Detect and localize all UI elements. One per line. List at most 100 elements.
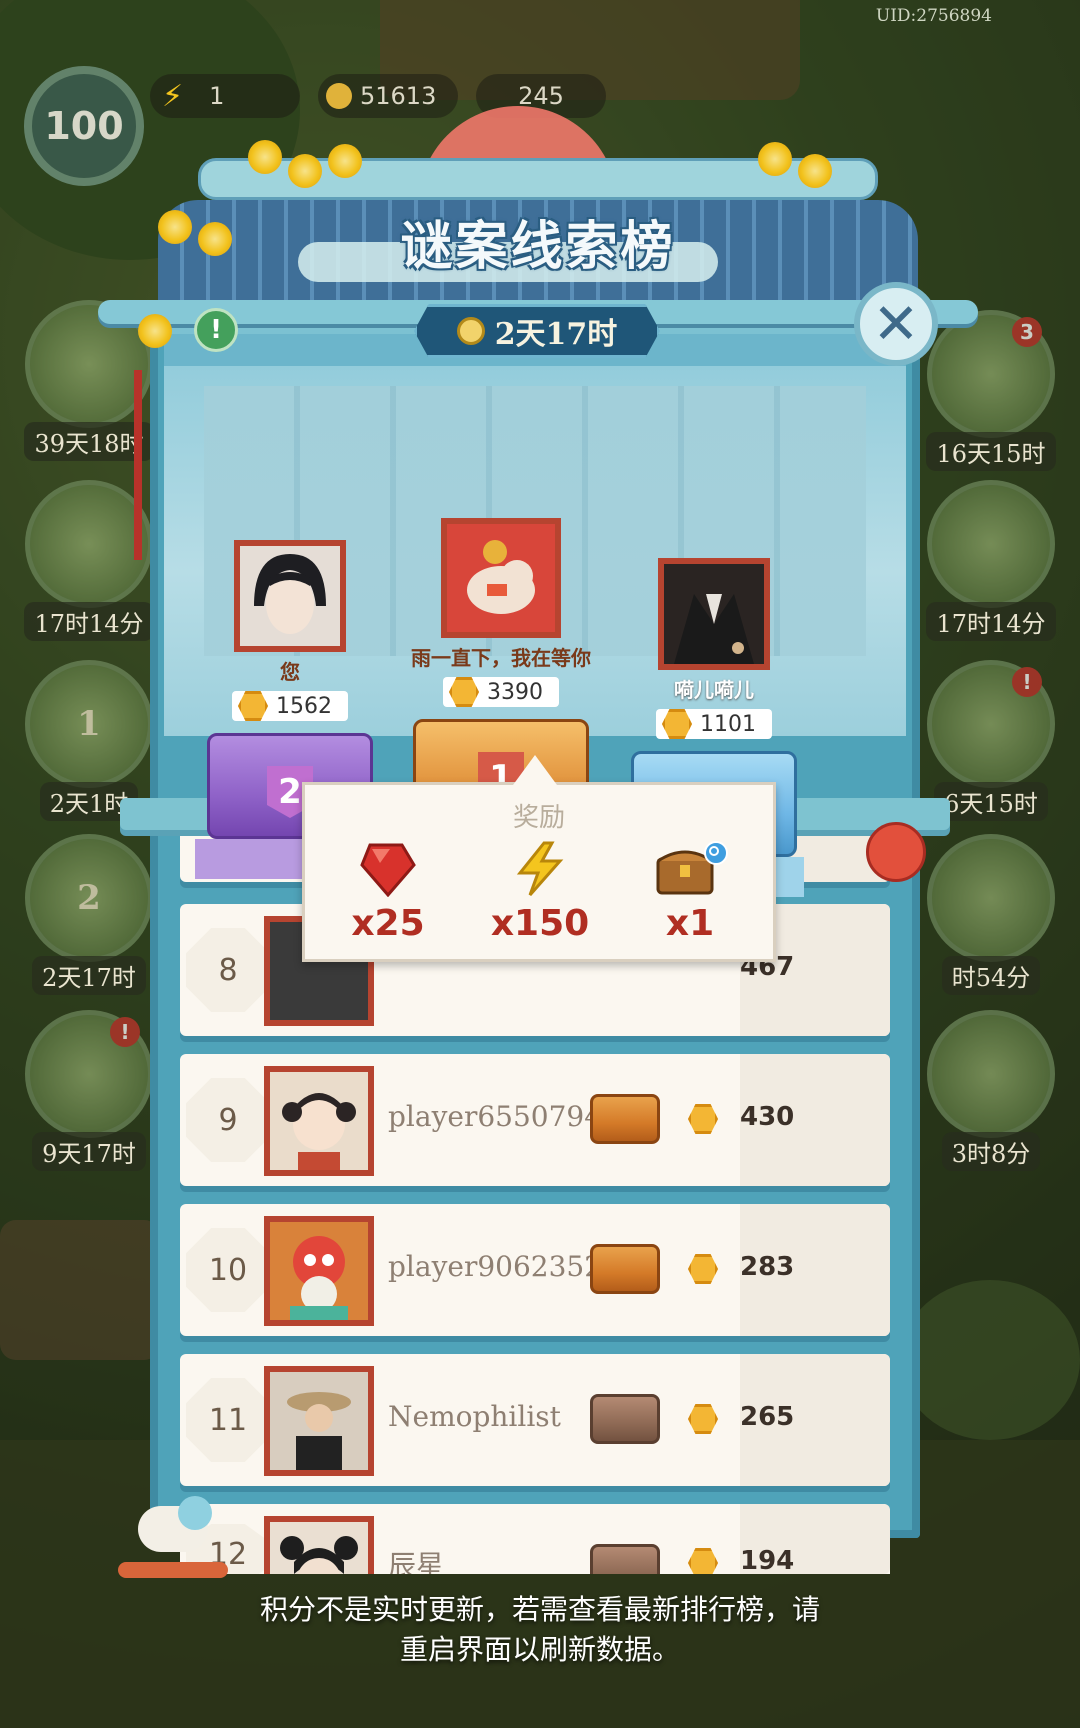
chest-icon[interactable]	[590, 1094, 660, 1144]
right-event-4[interactable]: 时54分	[916, 834, 1066, 995]
player-name: Nemophilist	[388, 1400, 561, 1433]
event-timer: 17时14分	[24, 602, 154, 641]
close-button[interactable]: ✕	[854, 282, 938, 366]
player-name: 您	[280, 660, 300, 684]
avatar[interactable]	[264, 1516, 374, 1574]
coin-icon	[688, 1104, 718, 1134]
rank-number: 11	[186, 1378, 270, 1462]
avatar[interactable]	[658, 558, 770, 670]
flower-icon	[198, 222, 232, 256]
rank-number: 10	[186, 1228, 270, 1312]
reward-qty: x150	[490, 903, 590, 944]
score-pill: 3390	[443, 677, 559, 707]
table-row[interactable]: 12 辰星 194	[180, 1504, 890, 1574]
footer-note-line-2: 重启界面以刷新数据。	[399, 1633, 680, 1666]
player-name: 雨一直下，我在等你	[411, 646, 591, 670]
flower-icon	[158, 210, 192, 244]
player-name: player65507941	[388, 1100, 620, 1133]
coin-icon	[238, 691, 268, 721]
treasure-chest-icon	[656, 841, 728, 895]
rocking-horse-mascot-icon	[118, 1496, 228, 1586]
reward-label: 奖励	[512, 803, 565, 833]
reward-item[interactable]: x25	[333, 841, 443, 944]
tassel-decoration	[134, 370, 142, 560]
right-event-5[interactable]: 3时8分	[916, 1010, 1066, 1171]
player-name: 嗬儿嗬儿	[674, 678, 754, 702]
event-icon	[927, 480, 1055, 608]
footer-note: 积分不是实时更新，若需查看最新排行榜，请 重启界面以刷新数据。	[0, 1590, 1080, 1670]
coin-counter[interactable]: 51613	[318, 74, 458, 118]
coin-icon	[449, 677, 479, 707]
table-row[interactable]: 9 player65507941 430	[180, 1054, 890, 1186]
coin-icon	[688, 1548, 718, 1574]
energy-value: 1	[209, 82, 225, 110]
score-pill: 1562	[232, 691, 348, 721]
left-event-5[interactable]: ! 9天17时	[14, 1010, 164, 1171]
event-icon: 2	[25, 834, 153, 962]
event-timer: 16天15时	[926, 432, 1056, 471]
chest-icon[interactable]	[590, 1394, 660, 1444]
event-timer: 9天17时	[32, 1132, 146, 1171]
event-icon	[927, 834, 1055, 962]
coin-icon	[688, 1404, 718, 1434]
event-timer: 17时14分	[926, 602, 1056, 641]
left-event-4[interactable]: 2 2天17时	[14, 834, 164, 995]
lion-dance-cat-icon	[270, 1222, 368, 1320]
avatar[interactable]	[264, 1066, 374, 1176]
flower-icon	[328, 144, 362, 178]
popup-pointer	[513, 755, 557, 785]
coin-value: 51613	[360, 82, 437, 110]
event-timer: 6天15时	[934, 782, 1048, 821]
reward-qty: x1	[665, 903, 715, 944]
clock-icon	[456, 317, 485, 345]
reward-popup[interactable]: 奖励 x25 x150 x1	[302, 755, 776, 962]
avatar[interactable]	[234, 540, 346, 652]
chest-icon[interactable]	[590, 1544, 660, 1574]
woman-straw-hat-icon	[270, 1372, 368, 1470]
info-button[interactable]: !	[194, 308, 238, 352]
score-value: 1562	[276, 693, 332, 719]
footer-note-line-1: 积分不是实时更新，若需查看最新排行榜，请	[259, 1593, 820, 1626]
avatar[interactable]	[441, 518, 561, 638]
left-event-3[interactable]: 1 2天1时	[14, 660, 164, 821]
avatar[interactable]	[264, 1366, 374, 1476]
countdown-timer: 2天17时	[414, 304, 660, 358]
coin-icon	[326, 83, 352, 109]
event-icon	[927, 1010, 1055, 1138]
score-value: 265	[740, 1402, 795, 1432]
countdown-value: 2天17时	[494, 317, 618, 352]
right-event-3[interactable]: ! 6天15时	[916, 660, 1066, 821]
right-event-2[interactable]: 17时14分	[916, 480, 1066, 641]
user-id-label: UID:2756894	[875, 6, 992, 26]
squirrel-mascot-icon	[866, 822, 926, 882]
reward-item[interactable]: x150	[485, 841, 595, 944]
count-badge: 3	[1012, 317, 1042, 347]
rank-number: 9	[186, 1078, 270, 1162]
flower-icon	[288, 154, 322, 188]
player-name: player9062352	[388, 1250, 603, 1283]
flower-icon	[798, 154, 832, 188]
suit-man-portrait-icon	[664, 564, 764, 664]
chest-icon[interactable]	[590, 1244, 660, 1294]
reward-item[interactable]: x1	[635, 841, 745, 944]
energy-counter[interactable]: ⚡ 1	[150, 74, 300, 118]
rank-number: 8	[186, 928, 270, 1012]
table-row[interactable]: 10 player9062352 283	[180, 1204, 890, 1336]
event-timer: 2天17时	[32, 956, 146, 995]
avatar[interactable]	[264, 1216, 374, 1326]
event-icon: !	[25, 1010, 153, 1138]
event-icon: 1	[25, 660, 153, 788]
lightning-icon: ⚡	[162, 78, 184, 114]
lightning-icon	[516, 841, 564, 896]
girl-buns-portrait-icon	[270, 1522, 368, 1574]
event-timer: 时54分	[941, 956, 1041, 995]
score-value: 194	[740, 1546, 795, 1574]
girl-portrait-icon	[270, 1072, 368, 1170]
flower-icon	[248, 140, 282, 174]
score-value: 3390	[487, 679, 543, 705]
coin-icon	[688, 1254, 718, 1284]
score-pill: 1101	[656, 709, 772, 739]
table-row[interactable]: 11 Nemophilist 265	[180, 1354, 890, 1486]
score-value: 430	[740, 1102, 795, 1132]
flower-icon	[138, 314, 172, 348]
